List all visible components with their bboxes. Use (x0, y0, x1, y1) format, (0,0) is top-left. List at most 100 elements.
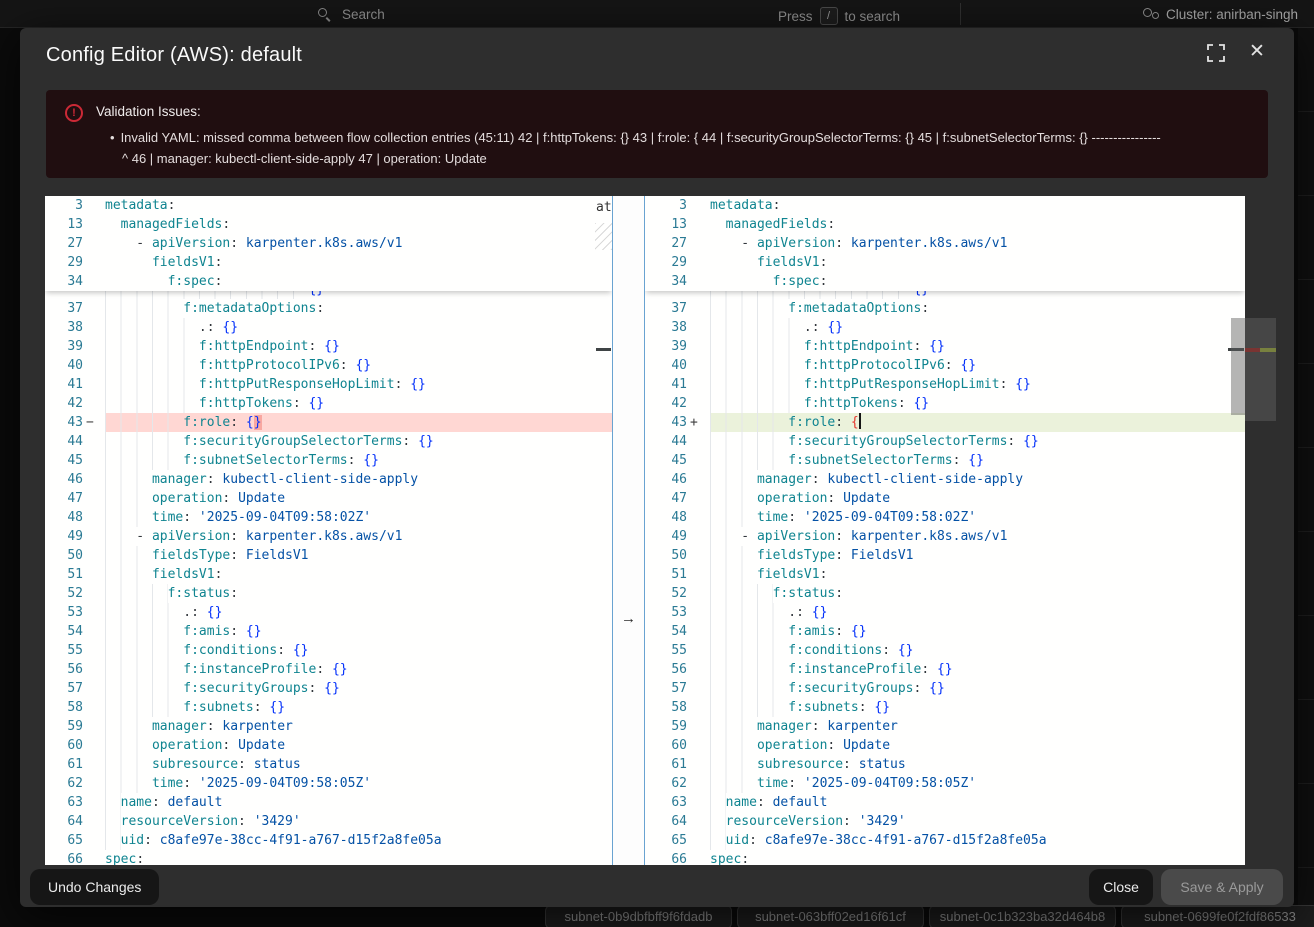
code-line-34[interactable]: 34f:spec: (45, 272, 612, 291)
close-icon[interactable]: ✕ (1245, 39, 1269, 65)
indent-guides (710, 318, 804, 337)
code-line-65[interactable]: 65uid: c8afe97e-38cc-4f91-a767-d15f2a8fe… (45, 831, 612, 850)
yaml-diff-editor[interactable]: 3metadata:13managedFields:27- apiVersion… (45, 196, 1245, 865)
code-line-60[interactable]: 60operation: Update (645, 736, 1245, 755)
code-line-66[interactable]: 66spec: (645, 850, 1245, 865)
indent-guides (105, 565, 152, 584)
code-lines-modified[interactable]: {}37f:metadataOptions:38.: {}39f:httpEnd… (645, 291, 1245, 865)
code-line-51[interactable]: 51fieldsV1: (645, 565, 1245, 584)
code-line-53[interactable]: 53.: {} (645, 603, 1245, 622)
diff-revert-arrow[interactable]: → (612, 609, 645, 628)
code-line-40[interactable]: 40f:httpProtocolIPv6: {} (645, 356, 1245, 375)
code-line-41[interactable]: 41f:httpPutResponseHopLimit: {} (45, 375, 612, 394)
code-line-38[interactable]: 38.: {} (45, 318, 612, 337)
code-line-57[interactable]: 57f:securityGroups: {} (645, 679, 1245, 698)
code-line-45[interactable]: 45f:subnetSelectorTerms: {} (45, 451, 612, 470)
code-line-59[interactable]: 59manager: karpenter (45, 717, 612, 736)
code-line-34[interactable]: 34f:spec: (645, 272, 1245, 291)
code-line-42[interactable]: 42f:httpTokens: {} (645, 394, 1245, 413)
code-line-60[interactable]: 60operation: Update (45, 736, 612, 755)
code-line-45[interactable]: 45f:subnetSelectorTerms: {} (645, 451, 1245, 470)
code-line-63[interactable]: 63name: default (645, 793, 1245, 812)
code-line-13[interactable]: 13managedFields: (645, 215, 1245, 234)
code-line-29[interactable]: 29fieldsV1: (645, 253, 1245, 272)
code-line-partial[interactable]: {} (645, 291, 1245, 299)
code-line-44[interactable]: 44f:securityGroupSelectorTerms: {} (645, 432, 1245, 451)
save-apply-button[interactable]: Save & Apply (1161, 869, 1283, 905)
code-line-50[interactable]: 50fieldsType: FieldsV1 (645, 546, 1245, 565)
code-line-64[interactable]: 64resourceVersion: '3429' (645, 812, 1245, 831)
indent-guides (105, 660, 183, 679)
code-line-65[interactable]: 65uid: c8afe97e-38cc-4f91-a767-d15f2a8fe… (645, 831, 1245, 850)
code-line-53[interactable]: 53.: {} (45, 603, 612, 622)
code-line-13[interactable]: 13managedFields: (45, 215, 612, 234)
close-button[interactable]: Close (1089, 869, 1153, 905)
code-line-27[interactable]: 27- apiVersion: karpenter.k8s.aws/v1 (645, 234, 1245, 253)
code-line-37[interactable]: 37f:metadataOptions: (45, 299, 612, 318)
validation-line-1: •Invalid YAML: missed comma between flow… (110, 127, 1250, 148)
search-input[interactable]: Search (342, 7, 385, 22)
code-line-44[interactable]: 44f:securityGroupSelectorTerms: {} (45, 432, 612, 451)
code-line-49[interactable]: 49- apiVersion: karpenter.k8s.aws/v1 (45, 527, 612, 546)
code-line-43[interactable]: 43−f:role: {} (45, 413, 612, 432)
sticky-scroll-modified[interactable]: 3metadata:13managedFields:27- apiVersion… (645, 196, 1245, 291)
code-line-40[interactable]: 40f:httpProtocolIPv6: {} (45, 356, 612, 375)
code-lines-original[interactable]: {}37f:metadataOptions:38.: {}39f:httpEnd… (45, 291, 612, 865)
code-line-55[interactable]: 55f:conditions: {} (45, 641, 612, 660)
code-line-3[interactable]: 3metadata: (45, 196, 612, 215)
diff-pane-original[interactable]: 3metadata:13managedFields:27- apiVersion… (45, 196, 612, 865)
code-line-58[interactable]: 58f:subnets: {} (45, 698, 612, 717)
code-line-55[interactable]: 55f:conditions: {} (645, 641, 1245, 660)
code-line-3[interactable]: 3metadata: (645, 196, 1245, 215)
code-line-59[interactable]: 59manager: karpenter (645, 717, 1245, 736)
code-line-52[interactable]: 52f:status: (645, 584, 1245, 603)
code-line-39[interactable]: 39f:httpEndpoint: {} (45, 337, 612, 356)
code-line-64[interactable]: 64resourceVersion: '3429' (45, 812, 612, 831)
code-line-38[interactable]: 38.: {} (645, 318, 1245, 337)
code-line-51[interactable]: 51fieldsV1: (45, 565, 612, 584)
fullscreen-button[interactable] (1205, 42, 1227, 64)
code-line-62[interactable]: 62time: '2025-09-04T09:58:05Z' (645, 774, 1245, 793)
cluster-selector[interactable]: Cluster: anirban-singh (1166, 7, 1314, 22)
diff-glyph (85, 470, 105, 489)
code-line-48[interactable]: 48time: '2025-09-04T09:58:02Z' (45, 508, 612, 527)
code-content: .: {} (105, 318, 612, 337)
code-line-54[interactable]: 54f:amis: {} (645, 622, 1245, 641)
line-number: 27 (645, 234, 689, 253)
sticky-scroll-original[interactable]: 3metadata:13managedFields:27- apiVersion… (45, 196, 612, 291)
code-line-48[interactable]: 48time: '2025-09-04T09:58:02Z' (645, 508, 1245, 527)
code-line-62[interactable]: 62time: '2025-09-04T09:58:05Z' (45, 774, 612, 793)
code-line-49[interactable]: 49- apiVersion: karpenter.k8s.aws/v1 (645, 527, 1245, 546)
diff-editor-sash[interactable] (612, 196, 645, 865)
code-line-42[interactable]: 42f:httpTokens: {} (45, 394, 612, 413)
code-line-61[interactable]: 61subresource: status (645, 755, 1245, 774)
code-line-66[interactable]: 66spec: (45, 850, 612, 865)
code-content: f:httpEndpoint: {} (105, 337, 612, 356)
code-line-47[interactable]: 47operation: Update (45, 489, 612, 508)
code-line-63[interactable]: 63name: default (45, 793, 612, 812)
diff-glyph (85, 546, 105, 565)
indent-guides (105, 451, 183, 470)
code-line-52[interactable]: 52f:status: (45, 584, 612, 603)
code-line-54[interactable]: 54f:amis: {} (45, 622, 612, 641)
overview-ruler[interactable] (1245, 318, 1276, 421)
vertical-scrollbar[interactable] (1231, 318, 1245, 415)
code-line-39[interactable]: 39f:httpEndpoint: {} (645, 337, 1245, 356)
code-line-29[interactable]: 29fieldsV1: (45, 253, 612, 272)
code-line-56[interactable]: 56f:instanceProfile: {} (645, 660, 1245, 679)
undo-changes-button[interactable]: Undo Changes (30, 869, 159, 905)
code-line-56[interactable]: 56f:instanceProfile: {} (45, 660, 612, 679)
code-line-46[interactable]: 46manager: kubectl-client-side-apply (45, 470, 612, 489)
code-line-58[interactable]: 58f:subnets: {} (645, 698, 1245, 717)
code-line-47[interactable]: 47operation: Update (645, 489, 1245, 508)
code-line-27[interactable]: 27- apiVersion: karpenter.k8s.aws/v1 (45, 234, 612, 253)
diff-pane-modified[interactable]: 3metadata:13managedFields:27- apiVersion… (645, 196, 1245, 865)
code-line-partial[interactable]: {} (45, 291, 612, 299)
code-line-57[interactable]: 57f:securityGroups: {} (45, 679, 612, 698)
code-line-50[interactable]: 50fieldsType: FieldsV1 (45, 546, 612, 565)
code-line-46[interactable]: 46manager: kubectl-client-side-apply (645, 470, 1245, 489)
code-line-37[interactable]: 37f:metadataOptions: (645, 299, 1245, 318)
code-line-41[interactable]: 41f:httpPutResponseHopLimit: {} (645, 375, 1245, 394)
code-line-43[interactable]: 43+f:role: { (645, 413, 1245, 432)
code-line-61[interactable]: 61subresource: status (45, 755, 612, 774)
